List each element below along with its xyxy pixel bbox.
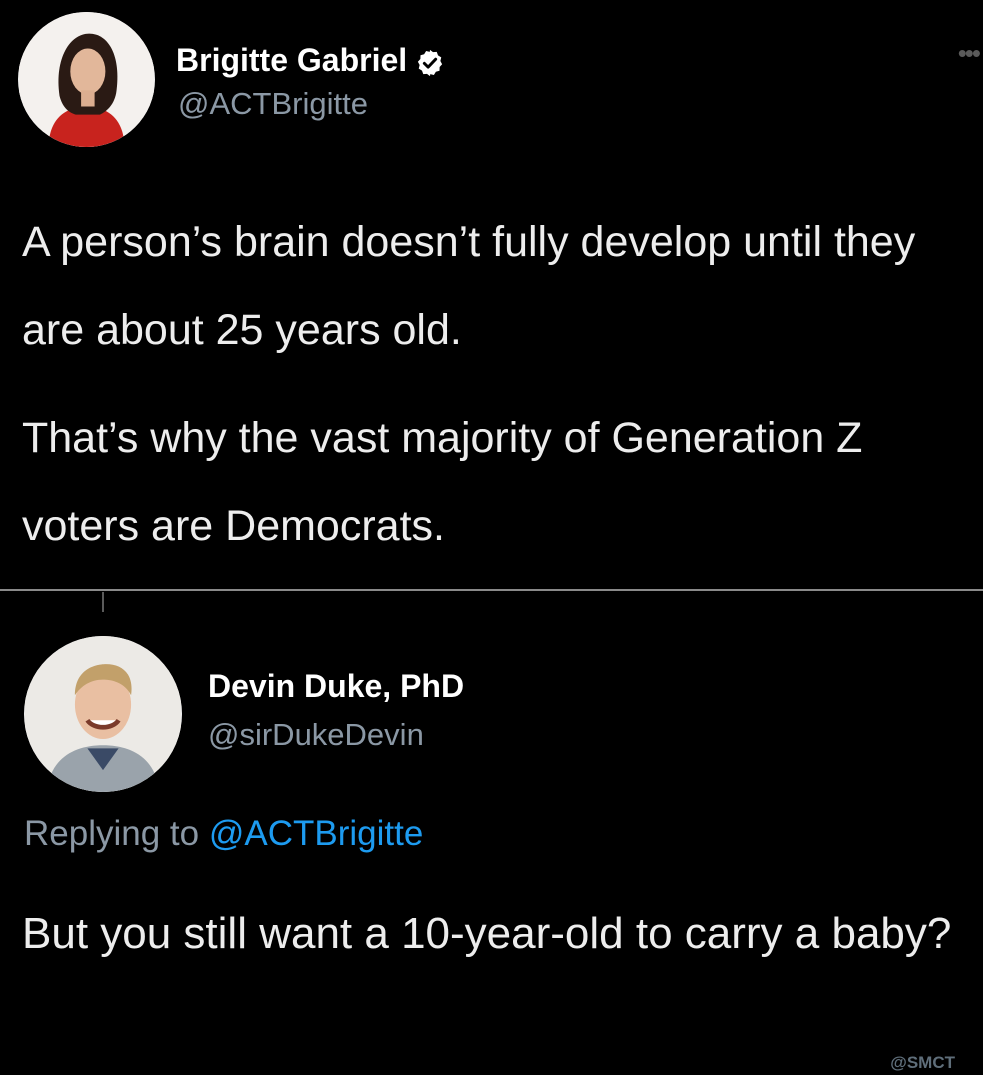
avatar-image [19, 12, 154, 147]
replying-to-line: Replying to @ACTBrigitte [24, 814, 423, 854]
original-tweet: Brigitte Gabriel @ACTBrigitte ••• A pers… [0, 0, 983, 590]
reply-author-handle[interactable]: @sirDukeDevin [208, 717, 424, 753]
watermark: @SMCT [890, 1053, 955, 1072]
replying-to-prefix: Replying to [24, 814, 200, 853]
author-name-row: Brigitte Gabriel [176, 42, 445, 79]
author-name[interactable]: Brigitte Gabriel [176, 42, 407, 78]
verified-badge-icon [418, 49, 443, 76]
reply-tweet: Devin Duke, PhD @sirDukeDevin Replying t… [0, 592, 983, 1075]
reply-text: But you still want a 10-year-old to carr… [22, 909, 952, 958]
avatar[interactable] [24, 636, 182, 792]
reply-author-name[interactable]: Devin Duke, PhD [208, 668, 464, 705]
tweet-divider [0, 589, 983, 591]
avatar-image [25, 636, 181, 792]
tweet-text-paragraph-1: A person’s brain doesn’t fully develop u… [22, 218, 916, 354]
tweet-text-paragraph-2: That’s why the vast majority of Generati… [22, 414, 863, 550]
replying-to-mention[interactable]: @ACTBrigitte [209, 814, 423, 853]
avatar[interactable] [18, 12, 155, 147]
author-handle[interactable]: @ACTBrigitte [178, 86, 368, 122]
more-dots-icon[interactable]: ••• [958, 38, 981, 69]
